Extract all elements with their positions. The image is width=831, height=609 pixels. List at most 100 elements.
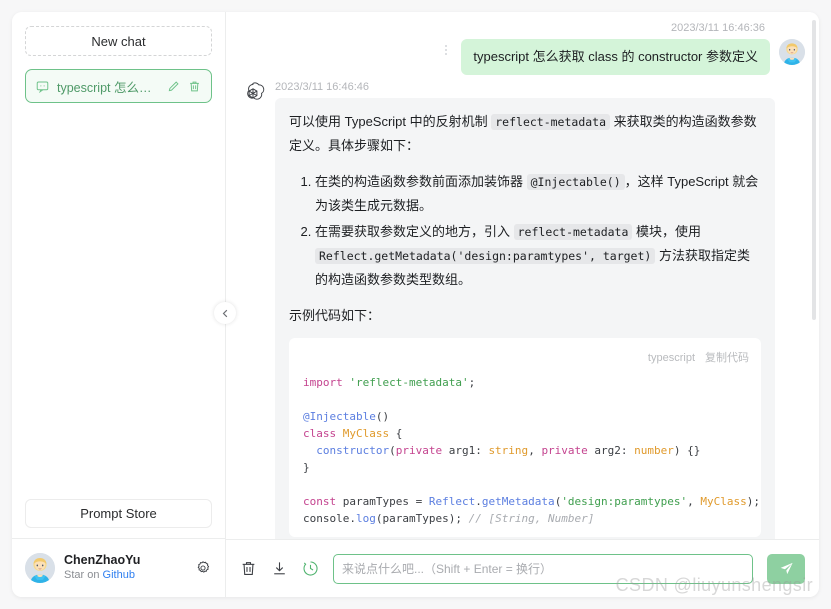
inline-code: reflect-metadata — [491, 114, 611, 130]
new-chat-label: New chat — [91, 33, 146, 49]
send-icon — [780, 562, 793, 575]
message-bubble-assistant: 可以使用 TypeScript 中的反射机制 reflect-metadata … — [275, 98, 775, 539]
composer-input-wrapper — [333, 553, 753, 584]
code-token: private — [541, 444, 588, 457]
code-token: ; — [468, 376, 476, 389]
inline-code: @Injectable() — [526, 174, 625, 190]
code-token: ( — [389, 444, 396, 457]
send-button[interactable] — [767, 553, 805, 584]
code-token: console — [303, 512, 350, 525]
edit-pencil-icon[interactable] — [167, 80, 180, 93]
chat-history-item[interactable]: typescript 怎么获... — [25, 69, 212, 103]
sidebar-bottom: Prompt Store — [12, 499, 225, 538]
code-token: Reflect — [428, 495, 476, 508]
assistant-intro-paragraph: 可以使用 TypeScript 中的反射机制 reflect-metadata … — [289, 110, 761, 158]
inline-code: Reflect.getMetadata('design:paramtypes',… — [315, 248, 656, 264]
assistant-steps-list: 在类的构造函数参数前面添加装饰器 @Injectable()，这样 TypeSc… — [289, 170, 761, 292]
user-name: ChenZhaoYu — [64, 553, 141, 567]
code-token: const — [303, 495, 337, 508]
inline-code: reflect-metadata — [513, 224, 633, 240]
step1-text-a: 在类的构造函数参数前面添加装饰器 — [315, 174, 527, 189]
user-subtitle: Star on Github — [64, 568, 186, 583]
message-assistant: 2023/3/11 16:46:46 可以使用 TypeScript 中的反射机… — [240, 81, 805, 539]
code-token: ); — [746, 495, 761, 508]
avatar — [25, 553, 55, 583]
chat-bubble-icon — [36, 80, 49, 93]
step2-text-a: 在需要获取参数定义的地方，引入 — [315, 224, 514, 239]
code-token: // [String, Number] — [468, 512, 595, 525]
code-token: } — [303, 461, 310, 474]
step2-text-b: 模块，使用 — [632, 224, 702, 239]
sidebar-collapse-button[interactable] — [214, 302, 236, 324]
code-token: log — [355, 512, 376, 525]
message-menu-dots-icon[interactable] — [445, 45, 448, 55]
chat-history-item-label: typescript 怎么获... — [57, 80, 159, 95]
main-panel: 2023/3/11 16:46:36 typescript 怎么获取 class… — [226, 12, 819, 597]
code-token: () — [375, 410, 390, 423]
chevron-left-icon — [222, 309, 227, 317]
example-label: 示例代码如下： — [289, 308, 381, 323]
code-token: import — [303, 376, 343, 389]
scrollbar-thumb[interactable] — [812, 20, 816, 320]
message-user-row: typescript 怎么获取 class 的 constructor 参数定义 — [440, 39, 805, 75]
sidebar: New chat typescript 怎么获... Prompt Store … — [12, 12, 236, 597]
code-token: 'reflect-metadata' — [349, 376, 469, 389]
message-assistant-row: 可以使用 TypeScript 中的反射机制 reflect-metadata … — [275, 98, 796, 539]
chat-input[interactable] — [333, 553, 753, 584]
code-token: . — [349, 512, 356, 525]
chat-history-list: typescript 怎么获... — [12, 56, 225, 499]
sidebar-top: New chat — [12, 12, 225, 56]
code-block-header: typescript 复制代码 — [289, 346, 761, 374]
intro-text-a: 可以使用 TypeScript 中的反射机制 — [289, 114, 492, 129]
message-list: 2023/3/11 16:46:36 typescript 怎么获取 class… — [226, 12, 819, 539]
code-block: typescript 复制代码 import 'reflect-metadata… — [289, 338, 761, 537]
code-token: ) {} — [673, 444, 701, 457]
message-user-column: 2023/3/11 16:46:36 typescript 怎么获取 class… — [440, 22, 805, 75]
code-token: paramTypes = — [336, 495, 429, 508]
code-token: (paramTypes); — [375, 512, 469, 525]
prompt-store-label: Prompt Store — [80, 506, 157, 521]
delete-trash-icon[interactable] — [188, 80, 201, 93]
code-token: string — [488, 444, 529, 457]
message-timestamp: 2023/3/11 16:46:36 — [671, 22, 765, 34]
code-language-label: typescript — [647, 352, 695, 364]
code-token: arg2: — [587, 444, 635, 457]
code-token: class — [303, 427, 337, 440]
code-token: number — [634, 444, 674, 457]
code-token: @Injectable — [303, 410, 376, 423]
export-icon[interactable] — [271, 560, 288, 577]
code-token: arg1: — [442, 444, 489, 457]
copy-code-button[interactable]: 复制代码 — [705, 346, 749, 370]
code-token: . — [475, 495, 482, 508]
prompt-store-button[interactable]: Prompt Store — [25, 499, 212, 528]
star-on-text: Star on — [64, 569, 103, 581]
code-token: MyClass — [700, 495, 747, 508]
code-token: { — [389, 427, 403, 440]
list-item: 在类的构造函数参数前面添加装饰器 @Injectable()，这样 TypeSc… — [315, 170, 761, 218]
code-token: constructor — [303, 444, 390, 457]
code-token: , — [528, 444, 542, 457]
code-token: , — [687, 495, 701, 508]
message-assistant-column: 2023/3/11 16:46:46 可以使用 TypeScript 中的反射机… — [275, 81, 796, 539]
github-link[interactable]: Github — [103, 569, 135, 581]
avatar — [779, 39, 805, 65]
app-window: New chat typescript 怎么获... Prompt Store … — [12, 12, 819, 597]
message-user: 2023/3/11 16:46:36 typescript 怎么获取 class… — [240, 22, 805, 75]
composer-bar — [226, 539, 819, 597]
message-actions-left — [440, 39, 452, 55]
message-bubble-user: typescript 怎么获取 class 的 constructor 参数定义 — [461, 39, 770, 75]
list-item: 在需要获取参数定义的地方，引入 reflect-metadata 模块，使用 R… — [315, 220, 761, 292]
code-token: 'design:paramtypes' — [561, 495, 688, 508]
message-timestamp: 2023/3/11 16:46:46 — [275, 81, 369, 93]
code-token: MyClass — [342, 427, 390, 440]
sidebar-user-panel: ChenZhaoYu Star on Github — [12, 538, 225, 597]
code-block-content: import 'reflect-metadata'; @Injectable()… — [289, 374, 761, 527]
openai-logo-icon — [240, 81, 266, 107]
history-clock-icon[interactable] — [302, 560, 319, 577]
code-token: getMetadata — [481, 495, 555, 508]
new-chat-button[interactable]: New chat — [25, 26, 212, 56]
gear-icon[interactable] — [195, 560, 211, 576]
user-meta: ChenZhaoYu Star on Github — [64, 553, 186, 583]
clear-conversation-icon[interactable] — [240, 560, 257, 577]
